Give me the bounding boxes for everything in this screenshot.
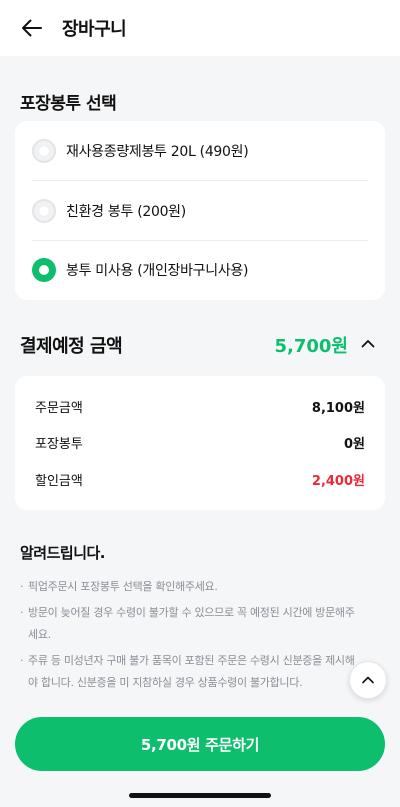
bag-option-label: 봉투 미사용 (개인장바구니사용) [66, 263, 249, 279]
summary-value: 0원 [343, 436, 365, 452]
bag-option-none[interactable]: 봉투 미사용 (개인장바구니사용) [32, 240, 368, 300]
bag-option-eco[interactable]: 친환경 봉투 (200원) [32, 181, 368, 241]
bag-option-label: 재사용종량제봉투 20L (490원) [66, 144, 249, 160]
page-title: 장바구니 [62, 19, 127, 40]
summary-label: 할인금액 [35, 473, 83, 489]
notice-title: 알려드립니다. [20, 544, 106, 562]
scroll-to-top-button[interactable] [349, 661, 387, 699]
order-button[interactable]: 5,700원 주문하기 [15, 717, 385, 771]
bag-section-title: 포장봉투 선택 [20, 94, 117, 114]
notice-item: 주류 등 미성년자 구매 불가 품목이 포함된 주문은 수령시 신분증을 제시해… [20, 650, 360, 694]
bag-option-card: 재사용종량제봉투 20L (490원) 친환경 봉투 (200원) 봉투 미사용… [15, 121, 385, 300]
bag-option-label: 친환경 봉투 (200원) [66, 204, 186, 220]
summary-row-discount: 할인금액 2,400원 [35, 467, 365, 491]
chevron-up-icon [361, 340, 375, 348]
chevron-up-icon [362, 676, 374, 684]
summary-value-discount: 2,400원 [311, 473, 365, 489]
payment-detail-card: 주문금액 8,100원 포장봉투 0원 할인금액 2,400원 [15, 376, 385, 510]
bag-option-reusable[interactable]: 재사용종량제봉투 20L (490원) [32, 121, 368, 181]
payment-total: 5,700원 [274, 336, 349, 357]
notice-list: 픽업주문시 포장봉투 선택을 확인해주세요. 방문이 늦어질 경우 수령이 불가… [20, 576, 360, 694]
radio-button[interactable] [32, 139, 56, 163]
radio-button[interactable] [32, 199, 56, 223]
home-indicator [129, 793, 271, 798]
payment-title: 결제예정 금액 [20, 336, 123, 357]
summary-label: 주문금액 [35, 400, 83, 416]
summary-row-order-amount: 주문금액 8,100원 [35, 394, 365, 418]
notice-item: 픽업주문시 포장봉투 선택을 확인해주세요. [20, 576, 360, 598]
summary-value: 8,100원 [311, 400, 365, 416]
summary-row-bag-fee: 포장봉투 0원 [35, 430, 365, 454]
summary-label: 포장봉투 [35, 436, 83, 452]
arrow-left-icon [22, 19, 42, 37]
notice-item: 방문이 늦어질 경우 수령이 불가할 수 있으므로 꼭 예정된 시간에 방문해주… [20, 602, 360, 646]
collapse-button[interactable] [356, 332, 380, 356]
radio-button-selected[interactable] [32, 258, 56, 282]
top-app-bar: 장바구니 [0, 0, 400, 56]
payment-summary-header[interactable]: 결제예정 금액 5,700원 [0, 330, 400, 360]
back-button[interactable] [4, 0, 60, 56]
